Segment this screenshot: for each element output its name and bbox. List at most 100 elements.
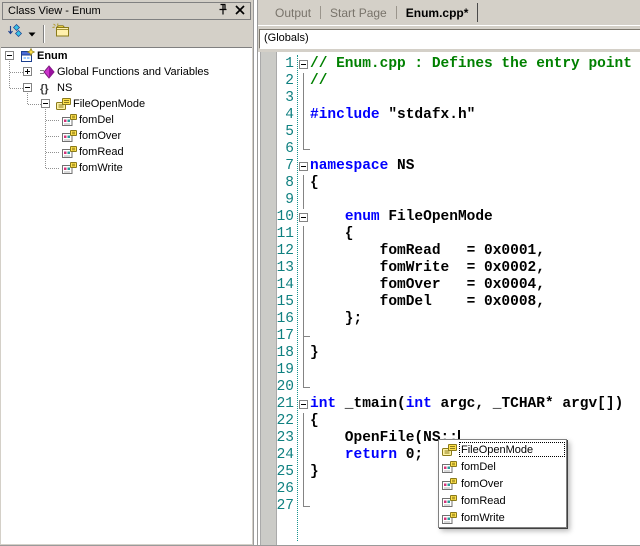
class-view-titlebar[interactable]: Class View - Enum [2, 2, 251, 20]
outlining-margin [294, 209, 310, 226]
tree-item-label: FileOpenMode [73, 98, 145, 110]
code-line-15[interactable]: 15 fomDel = 0x0008, [258, 294, 640, 311]
collapse-toggle-enum[interactable] [5, 51, 14, 60]
code-line-16[interactable]: 16 }; [258, 311, 640, 328]
tree-item-fomdel[interactable]: fomDel [1, 112, 252, 128]
line-number: 7 [258, 158, 294, 175]
globals-icon [39, 64, 55, 80]
completion-item-fomdel[interactable]: fomDel [440, 458, 565, 475]
outlining-margin [294, 175, 310, 192]
code-line-21[interactable]: 21int _tmain(int argc, _TCHAR* argv[]) [258, 396, 640, 413]
tree-item-global-functions-and-variables[interactable]: Global Functions and Variables [1, 64, 252, 80]
code-line-1[interactable]: 1// Enum.cpp : Defines the entry point [258, 56, 640, 73]
expand-toggle-global-functions-and-variables[interactable] [23, 67, 32, 76]
tree-item-fomover[interactable]: fomOver [1, 128, 252, 144]
outlining-margin [294, 192, 310, 209]
line-number: 10 [258, 209, 294, 226]
code-line-9[interactable]: 9 [258, 192, 640, 209]
code-line-4[interactable]: 4#include "stdafx.h" [258, 107, 640, 124]
editor-group: OutputStart PageEnum.cpp* (Globals) 1// … [257, 0, 640, 545]
completion-item-fomread[interactable]: fomRead [440, 492, 565, 509]
outlining-margin [294, 90, 310, 107]
tree-item-ns[interactable]: {}NS [1, 80, 252, 96]
line-number: 17 [258, 328, 294, 345]
completion-item-fomwrite[interactable]: fomWrite [440, 509, 565, 526]
outline-line [303, 294, 304, 311]
completion-item-fileopenmode[interactable]: FileOpenMode [440, 441, 565, 458]
tree-item-label: NS [57, 82, 72, 94]
tab-output[interactable]: Output [266, 6, 320, 20]
collapse-toggle-ns[interactable] [23, 83, 32, 92]
scope-dropdown[interactable]: (Globals) [259, 29, 640, 49]
code-line-13[interactable]: 13 fomWrite = 0x0002, [258, 260, 640, 277]
code-text: return 0; [310, 447, 423, 464]
line-number: 16 [258, 311, 294, 328]
outline-line [303, 73, 304, 90]
outlining-margin [294, 226, 310, 243]
outlining-margin [294, 481, 310, 498]
sort-button[interactable] [4, 23, 26, 45]
sort-dropdown-button[interactable] [26, 23, 38, 45]
code-line-20[interactable]: 20 [258, 379, 640, 396]
line-number: 24 [258, 447, 294, 464]
code-line-14[interactable]: 14 fomOver = 0x0004, [258, 277, 640, 294]
line-number: 26 [258, 481, 294, 498]
code-editor[interactable]: 1// Enum.cpp : Defines the entry point2 /… [258, 52, 640, 545]
outlining-margin [294, 345, 310, 362]
code-line-2[interactable]: 2 // [258, 73, 640, 90]
collapse-box-icon[interactable] [299, 400, 308, 409]
tree-item-fomread[interactable]: fomRead [1, 144, 252, 160]
pin-button[interactable] [214, 4, 231, 18]
code-text: } [310, 345, 319, 362]
code-text: // Enum.cpp : Defines the entry point [310, 56, 632, 73]
namespace-icon: {} [39, 80, 55, 96]
line-number: 2 [258, 73, 294, 90]
code-line-19[interactable]: 19 [258, 362, 640, 379]
code-text: }; [310, 311, 362, 328]
outline-line [303, 506, 310, 507]
tab-start-page[interactable]: Start Page [321, 6, 396, 20]
completion-item-fomover[interactable]: fomOver [440, 475, 565, 492]
code-line-18[interactable]: 18} [258, 345, 640, 362]
code-text: { [310, 226, 354, 243]
outlining-margin [294, 379, 310, 396]
completion-item-label: fomDel [459, 459, 565, 474]
code-line-11[interactable]: 11 { [258, 226, 640, 243]
code-text: int _tmain(int argc, _TCHAR* argv[]) [310, 396, 623, 413]
outlining-margin [294, 430, 310, 447]
completion-item-label: fomRead [459, 493, 565, 508]
tree-item-label: fomDel [79, 114, 114, 126]
line-number: 23 [258, 430, 294, 447]
code-text: fomOver = 0x0004, [310, 277, 545, 294]
line-number: 25 [258, 464, 294, 481]
code-line-3[interactable]: 3 [258, 90, 640, 107]
code-text: namespace NS [310, 158, 414, 175]
tree-item-fileopenmode[interactable]: FileOpenMode [1, 96, 252, 112]
code-line-5[interactable]: 5 [258, 124, 640, 141]
code-text: // [310, 73, 327, 90]
collapse-box-icon[interactable] [299, 60, 308, 69]
code-line-12[interactable]: 12 fomRead = 0x0001, [258, 243, 640, 260]
tree-item-enum[interactable]: Enum [1, 48, 252, 64]
code-line-17[interactable]: 17 [258, 328, 640, 345]
collapse-box-icon[interactable] [299, 213, 308, 222]
tree-item-fomwrite[interactable]: fomWrite [1, 160, 252, 176]
scope-dropdown-value: (Globals) [264, 32, 309, 44]
close-button[interactable] [231, 4, 248, 18]
outline-line [303, 345, 304, 362]
code-line-10[interactable]: 10 enum FileOpenMode [258, 209, 640, 226]
outlining-margin [294, 328, 310, 345]
outline-line [303, 277, 304, 294]
code-line-7[interactable]: 7 namespace NS [258, 158, 640, 175]
outline-line [303, 413, 304, 430]
collapse-toggle-fileopenmode[interactable] [41, 99, 50, 108]
code-line-6[interactable]: 6 [258, 141, 640, 158]
tab-enum-cpp[interactable]: Enum.cpp* [397, 6, 478, 20]
class-view-toolbar [1, 20, 252, 47]
enum-member-icon [441, 459, 457, 475]
new-folder-button[interactable] [50, 23, 72, 45]
code-line-8[interactable]: 8{ [258, 175, 640, 192]
collapse-box-icon[interactable] [299, 162, 308, 171]
line-number: 15 [258, 294, 294, 311]
code-line-22[interactable]: 22{ [258, 413, 640, 430]
